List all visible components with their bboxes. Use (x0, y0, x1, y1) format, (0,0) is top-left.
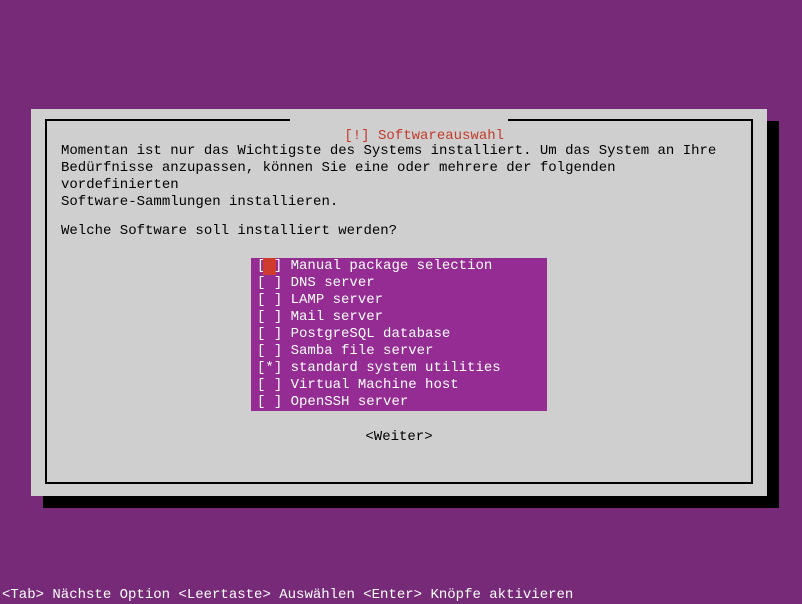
option-checkbox-mark[interactable] (265, 394, 273, 411)
help-bar: <Tab> Nächste Option <Leertaste> Auswähl… (0, 586, 802, 604)
option-label: Manual package selection (291, 258, 493, 274)
installer-screen: [!] Softwareauswahl Momentan ist nur das… (0, 0, 802, 604)
software-option[interactable]: [ ] LAMP server (251, 292, 547, 309)
dialog-title-text: Softwareauswahl (378, 128, 504, 144)
option-checkbox-mark[interactable] (265, 309, 273, 326)
option-label: PostgreSQL database (291, 326, 451, 342)
dialog-question: Welche Software soll installiert werden? (61, 223, 737, 240)
dialog-description: Momentan ist nur das Wichtigste des Syst… (61, 143, 737, 211)
option-checkbox-mark[interactable] (263, 258, 275, 275)
dialog: [!] Softwareauswahl Momentan ist nur das… (31, 109, 767, 496)
option-checkbox-mark[interactable] (265, 377, 273, 394)
option-checkbox-mark[interactable] (265, 326, 273, 343)
software-option[interactable]: [ ] Manual package selection (251, 258, 547, 275)
option-label: LAMP server (291, 292, 383, 308)
software-option-list[interactable]: [ ] Manual package selection[ ] DNS serv… (251, 258, 547, 411)
software-option[interactable]: [ ] DNS server (251, 275, 547, 292)
dialog-content: Momentan ist nur das Wichtigste des Syst… (61, 143, 737, 446)
option-checkbox-mark[interactable] (265, 275, 273, 292)
option-label: Mail server (291, 309, 383, 325)
option-label: OpenSSH server (291, 394, 409, 410)
option-checkbox-mark[interactable] (265, 292, 273, 309)
option-label: DNS server (291, 275, 375, 291)
option-label: standard system utilities (291, 360, 501, 376)
dialog-title-prefix: [!] (344, 128, 369, 144)
option-label: Samba file server (291, 343, 434, 359)
software-option[interactable]: [ ] PostgreSQL database (251, 326, 547, 343)
software-option[interactable]: [ ] Mail server (251, 309, 547, 326)
option-checkbox-mark[interactable] (265, 343, 273, 360)
software-option[interactable]: [ ] Virtual Machine host (251, 377, 547, 394)
software-option[interactable]: [ ] OpenSSH server (251, 394, 547, 411)
software-option[interactable]: [ ] Samba file server (251, 343, 547, 360)
option-checkbox-mark[interactable]: * (265, 360, 273, 377)
continue-button[interactable]: <Weiter> (365, 429, 432, 445)
software-option[interactable]: [*] standard system utilities (251, 360, 547, 377)
option-label: Virtual Machine host (291, 377, 459, 393)
